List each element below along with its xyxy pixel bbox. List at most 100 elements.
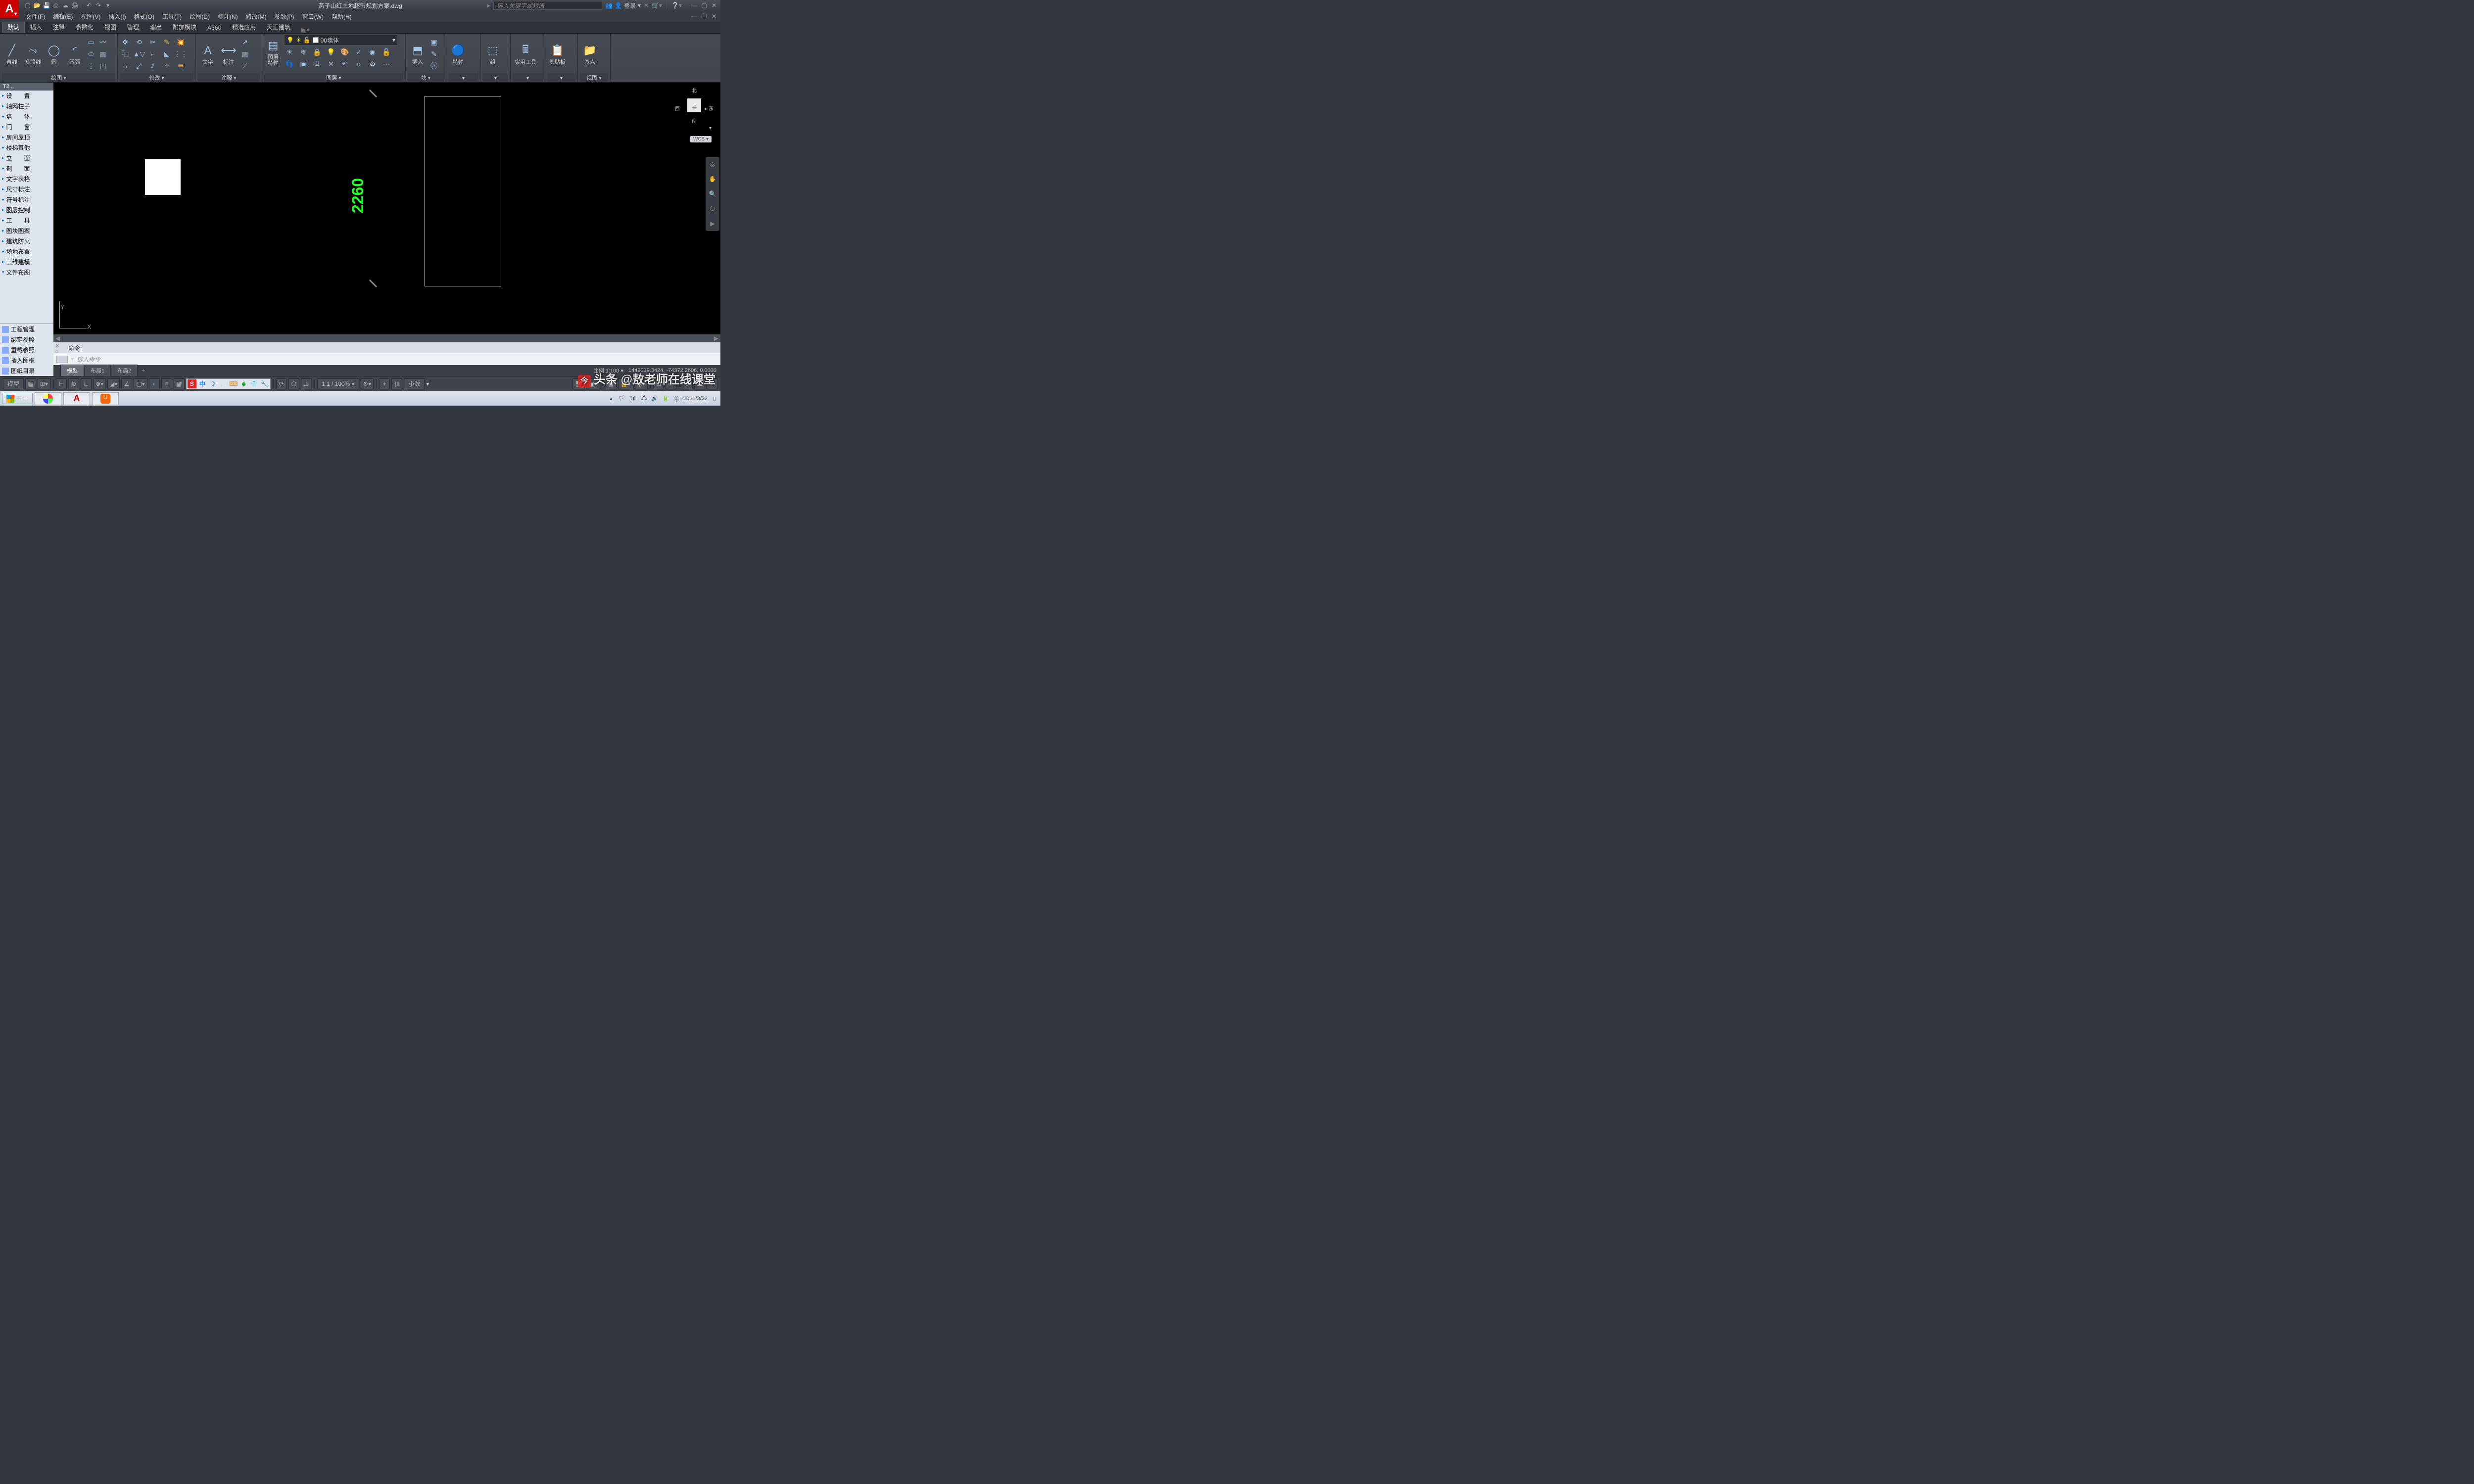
- erase-icon[interactable]: ✎: [161, 37, 172, 47]
- tray-flag-icon[interactable]: 🏳: [618, 395, 626, 403]
- palette-item-text[interactable]: ▸文字表格: [0, 174, 53, 184]
- menu-draw[interactable]: 绘图(D): [186, 11, 214, 22]
- tray-expand-icon[interactable]: ▴: [607, 395, 615, 403]
- sb-gear-icon[interactable]: ⚙▾: [361, 378, 374, 389]
- layvpi-icon[interactable]: ▣: [298, 58, 309, 69]
- palette-item-layerctrl[interactable]: ▸图层控制: [0, 205, 53, 215]
- ime-cn-icon[interactable]: 中: [198, 379, 207, 388]
- laymrg-icon[interactable]: ⇊: [312, 58, 323, 69]
- ime-skin-icon[interactable]: 👕: [250, 379, 259, 388]
- palette-item-dim[interactable]: ▸尺寸标注: [0, 184, 53, 194]
- drawn-square[interactable]: [145, 159, 181, 195]
- qat-open-icon[interactable]: 📂: [33, 1, 41, 9]
- sb-polar-icon[interactable]: ⊛▾: [93, 378, 106, 389]
- horizontal-scrollbar[interactable]: ◀ ▶: [53, 334, 720, 342]
- tray-ime-icon[interactable]: ㊥: [672, 395, 680, 403]
- palette-item-room[interactable]: ▸房间屋顶: [0, 132, 53, 142]
- scroll-left-icon[interactable]: ◀: [53, 335, 62, 342]
- sb-3dosnap-icon[interactable]: ◐: [149, 378, 160, 389]
- palette-item-door[interactable]: ▸门 窗: [0, 122, 53, 132]
- close-button[interactable]: ✕: [710, 1, 718, 9]
- sb-osnap-icon[interactable]: ▢▾: [134, 378, 147, 389]
- viewcube-top[interactable]: 上: [687, 98, 701, 112]
- sb-cycling-icon[interactable]: ⟳: [276, 378, 287, 389]
- infocenter-icon[interactable]: 👥: [605, 2, 613, 9]
- palette-item-symbol[interactable]: ▸符号标注: [0, 194, 53, 205]
- array-icon[interactable]: ⋮⋮: [175, 48, 186, 59]
- qat-new-icon[interactable]: ▢: [24, 1, 32, 9]
- viewcube-south[interactable]: 南: [692, 117, 697, 124]
- laylck-icon[interactable]: 🔒: [312, 46, 323, 57]
- palette-tab[interactable]: T2...: [0, 83, 53, 91]
- panel-properties-title[interactable]: ▾: [448, 73, 478, 82]
- create-block-icon[interactable]: ▣: [428, 37, 439, 47]
- arc-button[interactable]: ◜圆弧: [65, 42, 85, 66]
- sb-snap-icon[interactable]: ⊞▾: [38, 378, 50, 389]
- cmd-close-icon[interactable]: ✕⌂: [55, 343, 59, 354]
- palette-item-filelayout[interactable]: ▾文件布图: [0, 267, 53, 278]
- sb-clean-icon[interactable]: ▭: [666, 378, 676, 389]
- laywalk-icon[interactable]: 👣: [284, 58, 295, 69]
- scale-display[interactable]: 比例 1:100 ▾: [593, 367, 623, 374]
- qat-cloud-icon[interactable]: ☁: [61, 1, 69, 9]
- sb-lw-icon[interactable]: ≡: [161, 378, 172, 389]
- mirror-icon[interactable]: ▲▽: [134, 48, 144, 59]
- tab-default[interactable]: 默认: [2, 20, 25, 33]
- trim-icon[interactable]: ✂: [147, 37, 158, 47]
- clipboard-button[interactable]: 📋剪贴板: [547, 42, 568, 66]
- nav-pan-icon[interactable]: ✋: [707, 174, 718, 185]
- menu-window[interactable]: 窗口(W): [298, 11, 328, 22]
- sb-annoscale-icon[interactable]: |‖: [391, 378, 402, 389]
- tab-manage[interactable]: 管理: [122, 20, 144, 33]
- maximize-button[interactable]: ▢: [700, 1, 709, 9]
- layiso-icon[interactable]: ☀: [284, 46, 295, 57]
- ime-punct-icon[interactable]: ，: [219, 379, 228, 388]
- ime-moon-icon[interactable]: ☽: [208, 379, 217, 388]
- tab-output[interactable]: 输出: [144, 20, 167, 33]
- layon-icon[interactable]: ◉: [367, 46, 378, 57]
- command-input[interactable]: 键入命令: [77, 355, 717, 364]
- doc-restore-button[interactable]: ❐: [700, 12, 709, 20]
- nav-wheel-icon[interactable]: ◎: [707, 159, 718, 170]
- palette-item-settings[interactable]: ▸设 置: [0, 91, 53, 101]
- doc-close-button[interactable]: ✕: [710, 12, 718, 20]
- viewcube-west[interactable]: 西: [675, 104, 680, 112]
- qat-undo-icon[interactable]: ↶: [85, 1, 93, 9]
- viewcube-menu-icon[interactable]: ▾: [709, 126, 712, 131]
- tab-addins[interactable]: 附加模块: [167, 20, 202, 33]
- layer-combo[interactable]: 💡 ☀ 🔓 00墙体 ▾: [284, 35, 398, 46]
- start-button[interactable]: 开始: [2, 393, 33, 404]
- copy-icon[interactable]: ⿻: [120, 48, 131, 59]
- layerp-icon[interactable]: ↶: [339, 58, 350, 69]
- line-button[interactable]: ╱直线: [2, 42, 22, 66]
- palette-item-wall[interactable]: ▸墙 体: [0, 111, 53, 122]
- layer-state-icon[interactable]: ⚙: [367, 58, 378, 69]
- qat-dropdown-icon[interactable]: ▾: [104, 1, 112, 9]
- laythw-icon[interactable]: ☼: [353, 58, 364, 69]
- sb-plus-icon[interactable]: +: [379, 378, 390, 389]
- tray-date[interactable]: 2021/3/22: [683, 396, 708, 402]
- tab-layout1[interactable]: 布局1: [84, 365, 111, 376]
- circle-button[interactable]: ◯圆: [44, 42, 64, 66]
- hatch-icon[interactable]: ▦: [97, 48, 108, 59]
- chamfer-icon[interactable]: ◣: [161, 48, 172, 59]
- panel-utilities-title[interactable]: ▾: [513, 73, 543, 82]
- ime-softkbd-icon[interactable]: ⌨: [229, 379, 238, 388]
- palette-item-grid[interactable]: ▸轴网柱子: [0, 101, 53, 111]
- cart-icon[interactable]: 🛒▾: [652, 2, 662, 9]
- menu-view[interactable]: 视图(V): [77, 11, 104, 22]
- tray-desktop-icon[interactable]: ▯: [711, 395, 718, 403]
- edit-block-icon[interactable]: ✎: [428, 48, 439, 59]
- menu-modify[interactable]: 修改(M): [242, 11, 271, 22]
- attribute-icon[interactable]: Ⓐ: [428, 60, 439, 71]
- scroll-right-icon[interactable]: ▶: [712, 335, 720, 342]
- sb-monitor-icon[interactable]: ▣▾: [586, 378, 600, 389]
- move-icon[interactable]: ✥: [120, 37, 131, 47]
- laymch-icon[interactable]: 🎨: [339, 46, 350, 57]
- palette-item-section[interactable]: ▸剖 面: [0, 163, 53, 174]
- align-icon[interactable]: ≣: [175, 60, 186, 71]
- leader-icon[interactable]: ↗: [239, 37, 250, 47]
- arraypath-icon[interactable]: ⁘: [161, 60, 172, 71]
- tab-annotate[interactable]: 注释: [48, 20, 70, 33]
- ellipse-icon[interactable]: ⬭: [86, 48, 96, 59]
